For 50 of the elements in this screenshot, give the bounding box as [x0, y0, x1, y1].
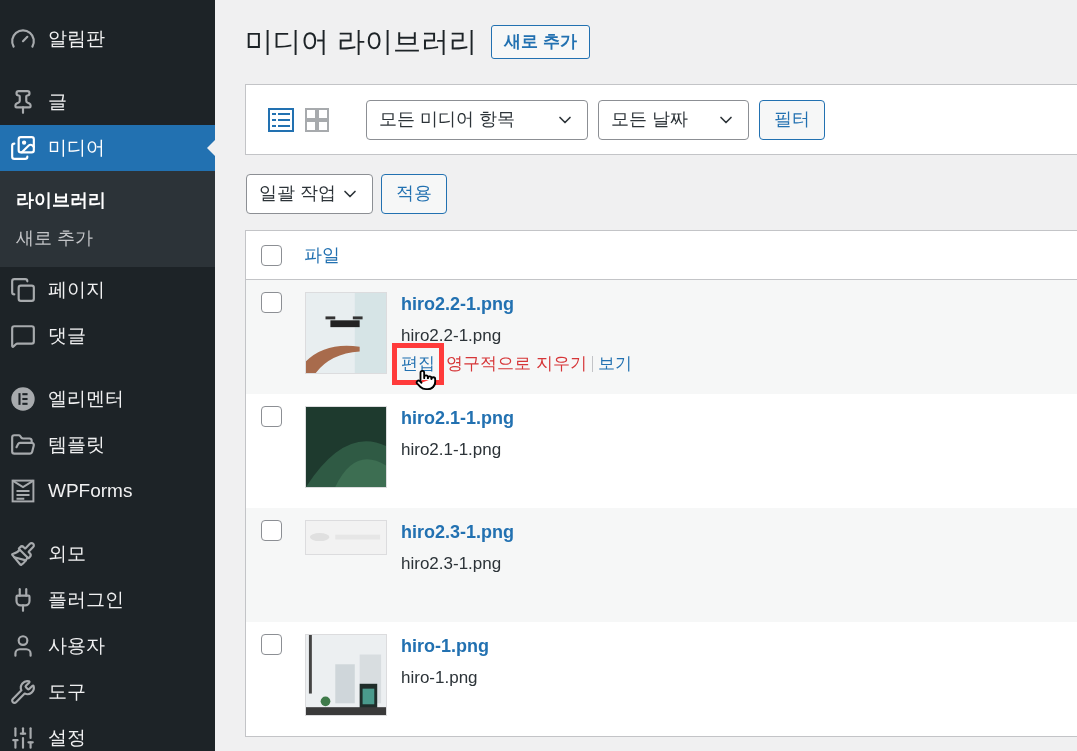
- file-name: hiro2.2-1.png: [401, 325, 503, 347]
- checkbox[interactable]: [261, 406, 282, 427]
- file-title-link[interactable]: hiro-1.png: [401, 634, 489, 658]
- sidebar-item[interactable]: 템플릿: [0, 422, 215, 468]
- view-link[interactable]: 보기: [597, 352, 632, 376]
- submenu-item[interactable]: 라이브러리: [0, 181, 215, 219]
- filter-button[interactable]: 필터: [759, 99, 825, 140]
- brush-icon: [10, 541, 36, 567]
- sidebar-item[interactable]: 댓글: [0, 313, 215, 359]
- current-arrow-icon: [207, 140, 215, 156]
- add-new-button[interactable]: 새로 추가: [490, 25, 590, 59]
- file-name: hiro2.1-1.png: [401, 439, 503, 461]
- select-dropdown[interactable]: 모든 미디어 항목: [366, 99, 588, 140]
- sidebar-item[interactable]: 사용자: [0, 623, 215, 669]
- select-dropdown[interactable]: 일괄 작업: [246, 173, 373, 214]
- sidebar-item[interactable]: 도구: [0, 669, 215, 715]
- sidebar-item[interactable]: 미디어: [0, 125, 215, 171]
- apply-button[interactable]: 적용: [381, 173, 447, 214]
- column-header[interactable]: 파일: [304, 241, 340, 269]
- folder-icon: [10, 432, 36, 458]
- wrench-icon: [10, 679, 36, 705]
- sidebar-item[interactable]: 글: [0, 79, 215, 125]
- page-title: 미디어 라이브러리: [245, 25, 477, 59]
- checkbox[interactable]: [261, 292, 282, 313]
- sidebar-item[interactable]: WPForms: [0, 468, 215, 514]
- sidebar-item[interactable]: 설정: [0, 715, 215, 751]
- sidebar-item[interactable]: 페이지: [0, 267, 215, 313]
- comment-icon: [10, 323, 36, 349]
- select-dropdown[interactable]: 모든 날짜: [598, 99, 749, 140]
- file-title-link[interactable]: hiro2.2-1.png: [401, 292, 632, 316]
- e-circle-icon: [10, 386, 36, 412]
- sidebar-item[interactable]: 엘리멘터: [0, 376, 215, 422]
- file-name: hiro2.3-1.png: [401, 553, 503, 575]
- list-view-icon[interactable]: [268, 106, 294, 133]
- submenu-item[interactable]: 새로 추가: [0, 219, 215, 257]
- sidebar-item[interactable]: 플러그인: [0, 577, 215, 623]
- delete-link[interactable]: 영구적으로 지우기: [446, 352, 587, 376]
- checkbox[interactable]: [261, 634, 282, 655]
- file-title-link[interactable]: hiro2.3-1.png: [401, 520, 514, 544]
- checkbox[interactable]: [261, 520, 282, 541]
- sliders-icon: [10, 725, 36, 751]
- checkbox[interactable]: [261, 244, 282, 266]
- file-name: hiro-1.png: [401, 667, 479, 689]
- file-title-link[interactable]: hiro2.1-1.png: [401, 406, 514, 430]
- media-icon: [10, 135, 36, 161]
- form-icon: [10, 478, 36, 504]
- grid-view-icon[interactable]: [304, 106, 330, 133]
- sidebar-item[interactable]: 알림판: [0, 16, 215, 62]
- pages-icon: [10, 277, 36, 303]
- sidebar-item[interactable]: 외모: [0, 531, 215, 577]
